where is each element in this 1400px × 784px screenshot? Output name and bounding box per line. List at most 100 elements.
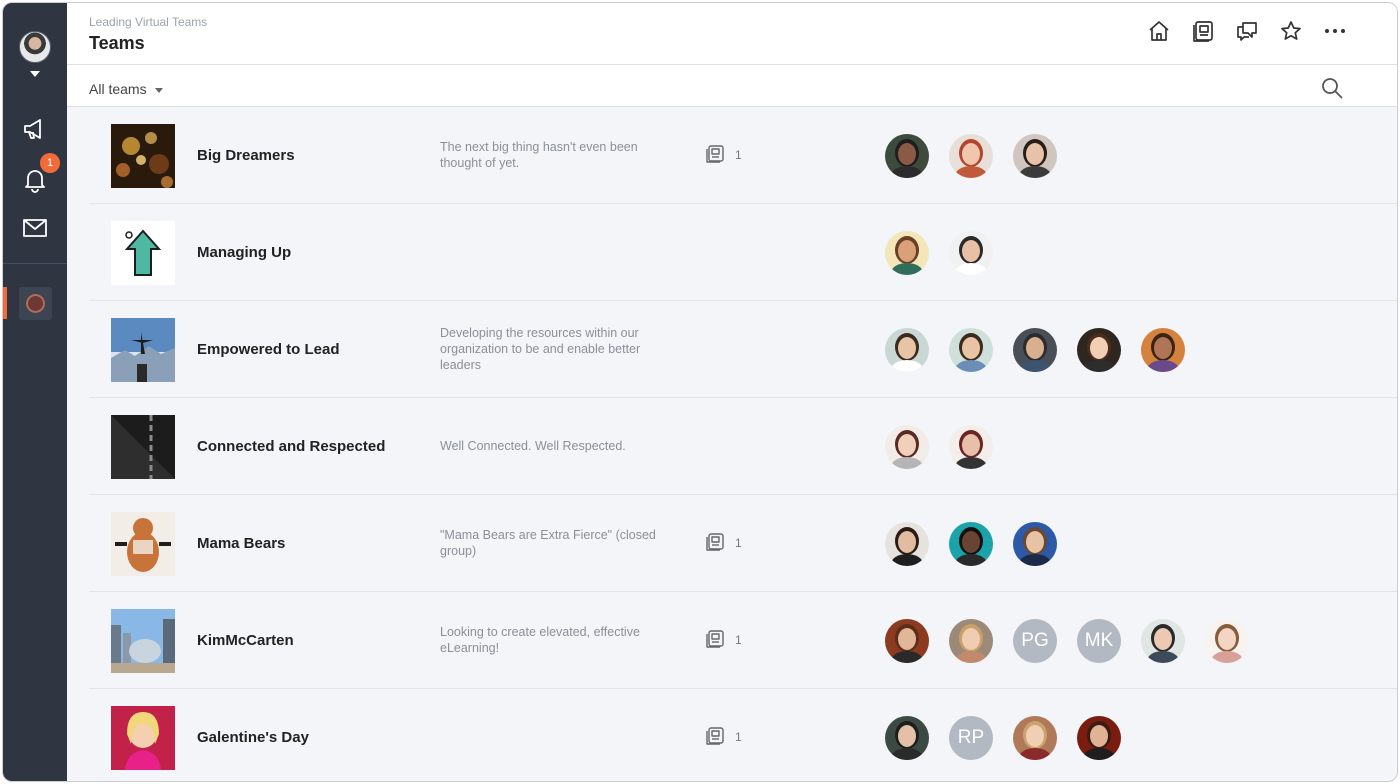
community-switcher[interactable] — [19, 287, 52, 320]
avatar-face — [898, 337, 916, 359]
team-description: Developing the resources within our orga… — [440, 326, 641, 372]
avatar-body — [891, 554, 923, 566]
member-avatar[interactable] — [1141, 619, 1185, 663]
header: Leading Virtual Teams Teams — [67, 3, 1397, 65]
team-thumbnail[interactable] — [111, 124, 175, 188]
team-row[interactable]: Empowered to Lead Developing the resource… — [89, 301, 1397, 398]
team-name[interactable]: Mama Bears — [197, 495, 285, 591]
avatar-body — [955, 166, 987, 178]
more-icon[interactable] — [1323, 19, 1347, 43]
team-row[interactable]: KimMcCarten Looking to create elevated, e… — [89, 592, 1397, 689]
team-list: Big Dreamers The next big thing hasn't ev… — [89, 107, 1397, 781]
member-avatar[interactable] — [1205, 619, 1249, 663]
member-avatar[interactable] — [885, 134, 929, 178]
home-icon[interactable] — [1147, 19, 1171, 43]
member-avatar[interactable]: MK — [1077, 619, 1121, 663]
avatar-face — [1218, 628, 1236, 650]
member-avatar[interactable] — [1013, 328, 1057, 372]
team-row[interactable]: Managing Up — [89, 204, 1397, 301]
team-pages-count[interactable]: 1 — [705, 495, 742, 591]
team-thumbnail[interactable] — [111, 609, 175, 673]
account-caret-icon[interactable] — [30, 71, 40, 77]
mail-icon[interactable] — [21, 214, 49, 242]
megaphone-icon[interactable] — [21, 115, 49, 143]
team-pages-count[interactable]: 1 — [705, 107, 742, 203]
search-icon[interactable] — [1319, 75, 1345, 101]
filter-bar: All teams — [67, 65, 1397, 107]
conversations-icon[interactable] — [1235, 19, 1259, 43]
team-members — [885, 522, 1057, 566]
avatar-face — [962, 434, 980, 456]
member-avatar[interactable] — [1013, 522, 1057, 566]
team-thumbnail[interactable] — [111, 706, 175, 770]
member-avatar[interactable] — [949, 328, 993, 372]
team-description: Looking to create elevated, effective eL… — [440, 625, 640, 655]
user-avatar[interactable] — [19, 31, 51, 63]
avatar-face — [898, 434, 916, 456]
team-thumbnail[interactable] — [111, 318, 175, 382]
avatar-body — [891, 457, 923, 469]
member-avatar[interactable] — [1077, 716, 1121, 760]
pages-count: 1 — [735, 633, 742, 647]
team-name[interactable]: Managing Up — [197, 204, 291, 300]
avatar-face — [1154, 337, 1172, 359]
team-name[interactable]: Big Dreamers — [197, 107, 295, 203]
member-avatar[interactable] — [1013, 716, 1057, 760]
avatar-body — [955, 457, 987, 469]
team-row[interactable]: Connected and Respected Well Connected. W… — [89, 398, 1397, 495]
avatar-body — [1147, 651, 1179, 663]
avatar-face — [962, 143, 980, 165]
team-pages-count[interactable]: 1 — [705, 689, 742, 781]
community-logo-icon — [26, 294, 45, 313]
avatar-face — [1026, 725, 1044, 747]
filter-label: All teams — [89, 81, 147, 97]
team-thumbnail[interactable] — [111, 512, 175, 576]
pages-count: 1 — [735, 730, 742, 744]
member-avatar[interactable] — [949, 425, 993, 469]
member-avatar[interactable] — [885, 522, 929, 566]
team-name[interactable]: KimMcCarten — [197, 592, 294, 688]
team-name[interactable]: Galentine's Day — [197, 689, 309, 781]
team-thumbnail[interactable] — [111, 221, 175, 285]
avatar-face — [1026, 531, 1044, 553]
team-row[interactable]: Galentine's Day 1 RP — [89, 689, 1397, 781]
avatar-body — [891, 263, 923, 275]
member-avatar[interactable] — [949, 619, 993, 663]
member-avatar[interactable] — [885, 716, 929, 760]
team-name[interactable]: Connected and Respected — [197, 398, 385, 494]
team-description — [440, 204, 680, 300]
member-avatar[interactable]: RP — [949, 716, 993, 760]
avatar-body — [955, 554, 987, 566]
avatar-body — [1019, 748, 1051, 760]
member-avatar[interactable] — [1013, 134, 1057, 178]
member-avatar[interactable] — [885, 231, 929, 275]
chevron-down-icon — [154, 87, 163, 93]
team-name[interactable]: Empowered to Lead — [197, 301, 340, 397]
member-avatar[interactable] — [885, 425, 929, 469]
avatar-face — [898, 725, 916, 747]
team-description: "Mama Bears are Extra Fierce" (closed gr… — [440, 528, 656, 558]
member-avatar[interactable] — [885, 619, 929, 663]
team-pages-count[interactable]: 1 — [705, 592, 742, 688]
member-avatar[interactable] — [1141, 328, 1185, 372]
pages-icon[interactable] — [1191, 19, 1215, 43]
notification-badge: 1 — [40, 153, 60, 173]
team-row[interactable]: Big Dreamers The next big thing hasn't ev… — [89, 107, 1397, 204]
member-avatar[interactable]: PG — [1013, 619, 1057, 663]
team-thumbnail[interactable] — [111, 415, 175, 479]
star-icon[interactable] — [1279, 19, 1303, 43]
member-avatar[interactable] — [949, 231, 993, 275]
breadcrumb[interactable]: Leading Virtual Teams — [89, 15, 207, 29]
avatar-body — [1019, 360, 1051, 372]
team-row[interactable]: Mama Bears "Mama Bears are Extra Fierce" … — [89, 495, 1397, 592]
sidebar: 1 — [3, 3, 67, 781]
member-avatar[interactable] — [885, 328, 929, 372]
avatar-body — [1211, 651, 1243, 663]
teams-filter-dropdown[interactable]: All teams — [89, 81, 163, 97]
active-indicator — [3, 287, 7, 319]
member-avatar[interactable] — [949, 134, 993, 178]
member-avatar[interactable] — [949, 522, 993, 566]
member-avatar[interactable] — [1077, 328, 1121, 372]
header-actions — [1147, 19, 1347, 43]
avatar-body — [1147, 360, 1179, 372]
